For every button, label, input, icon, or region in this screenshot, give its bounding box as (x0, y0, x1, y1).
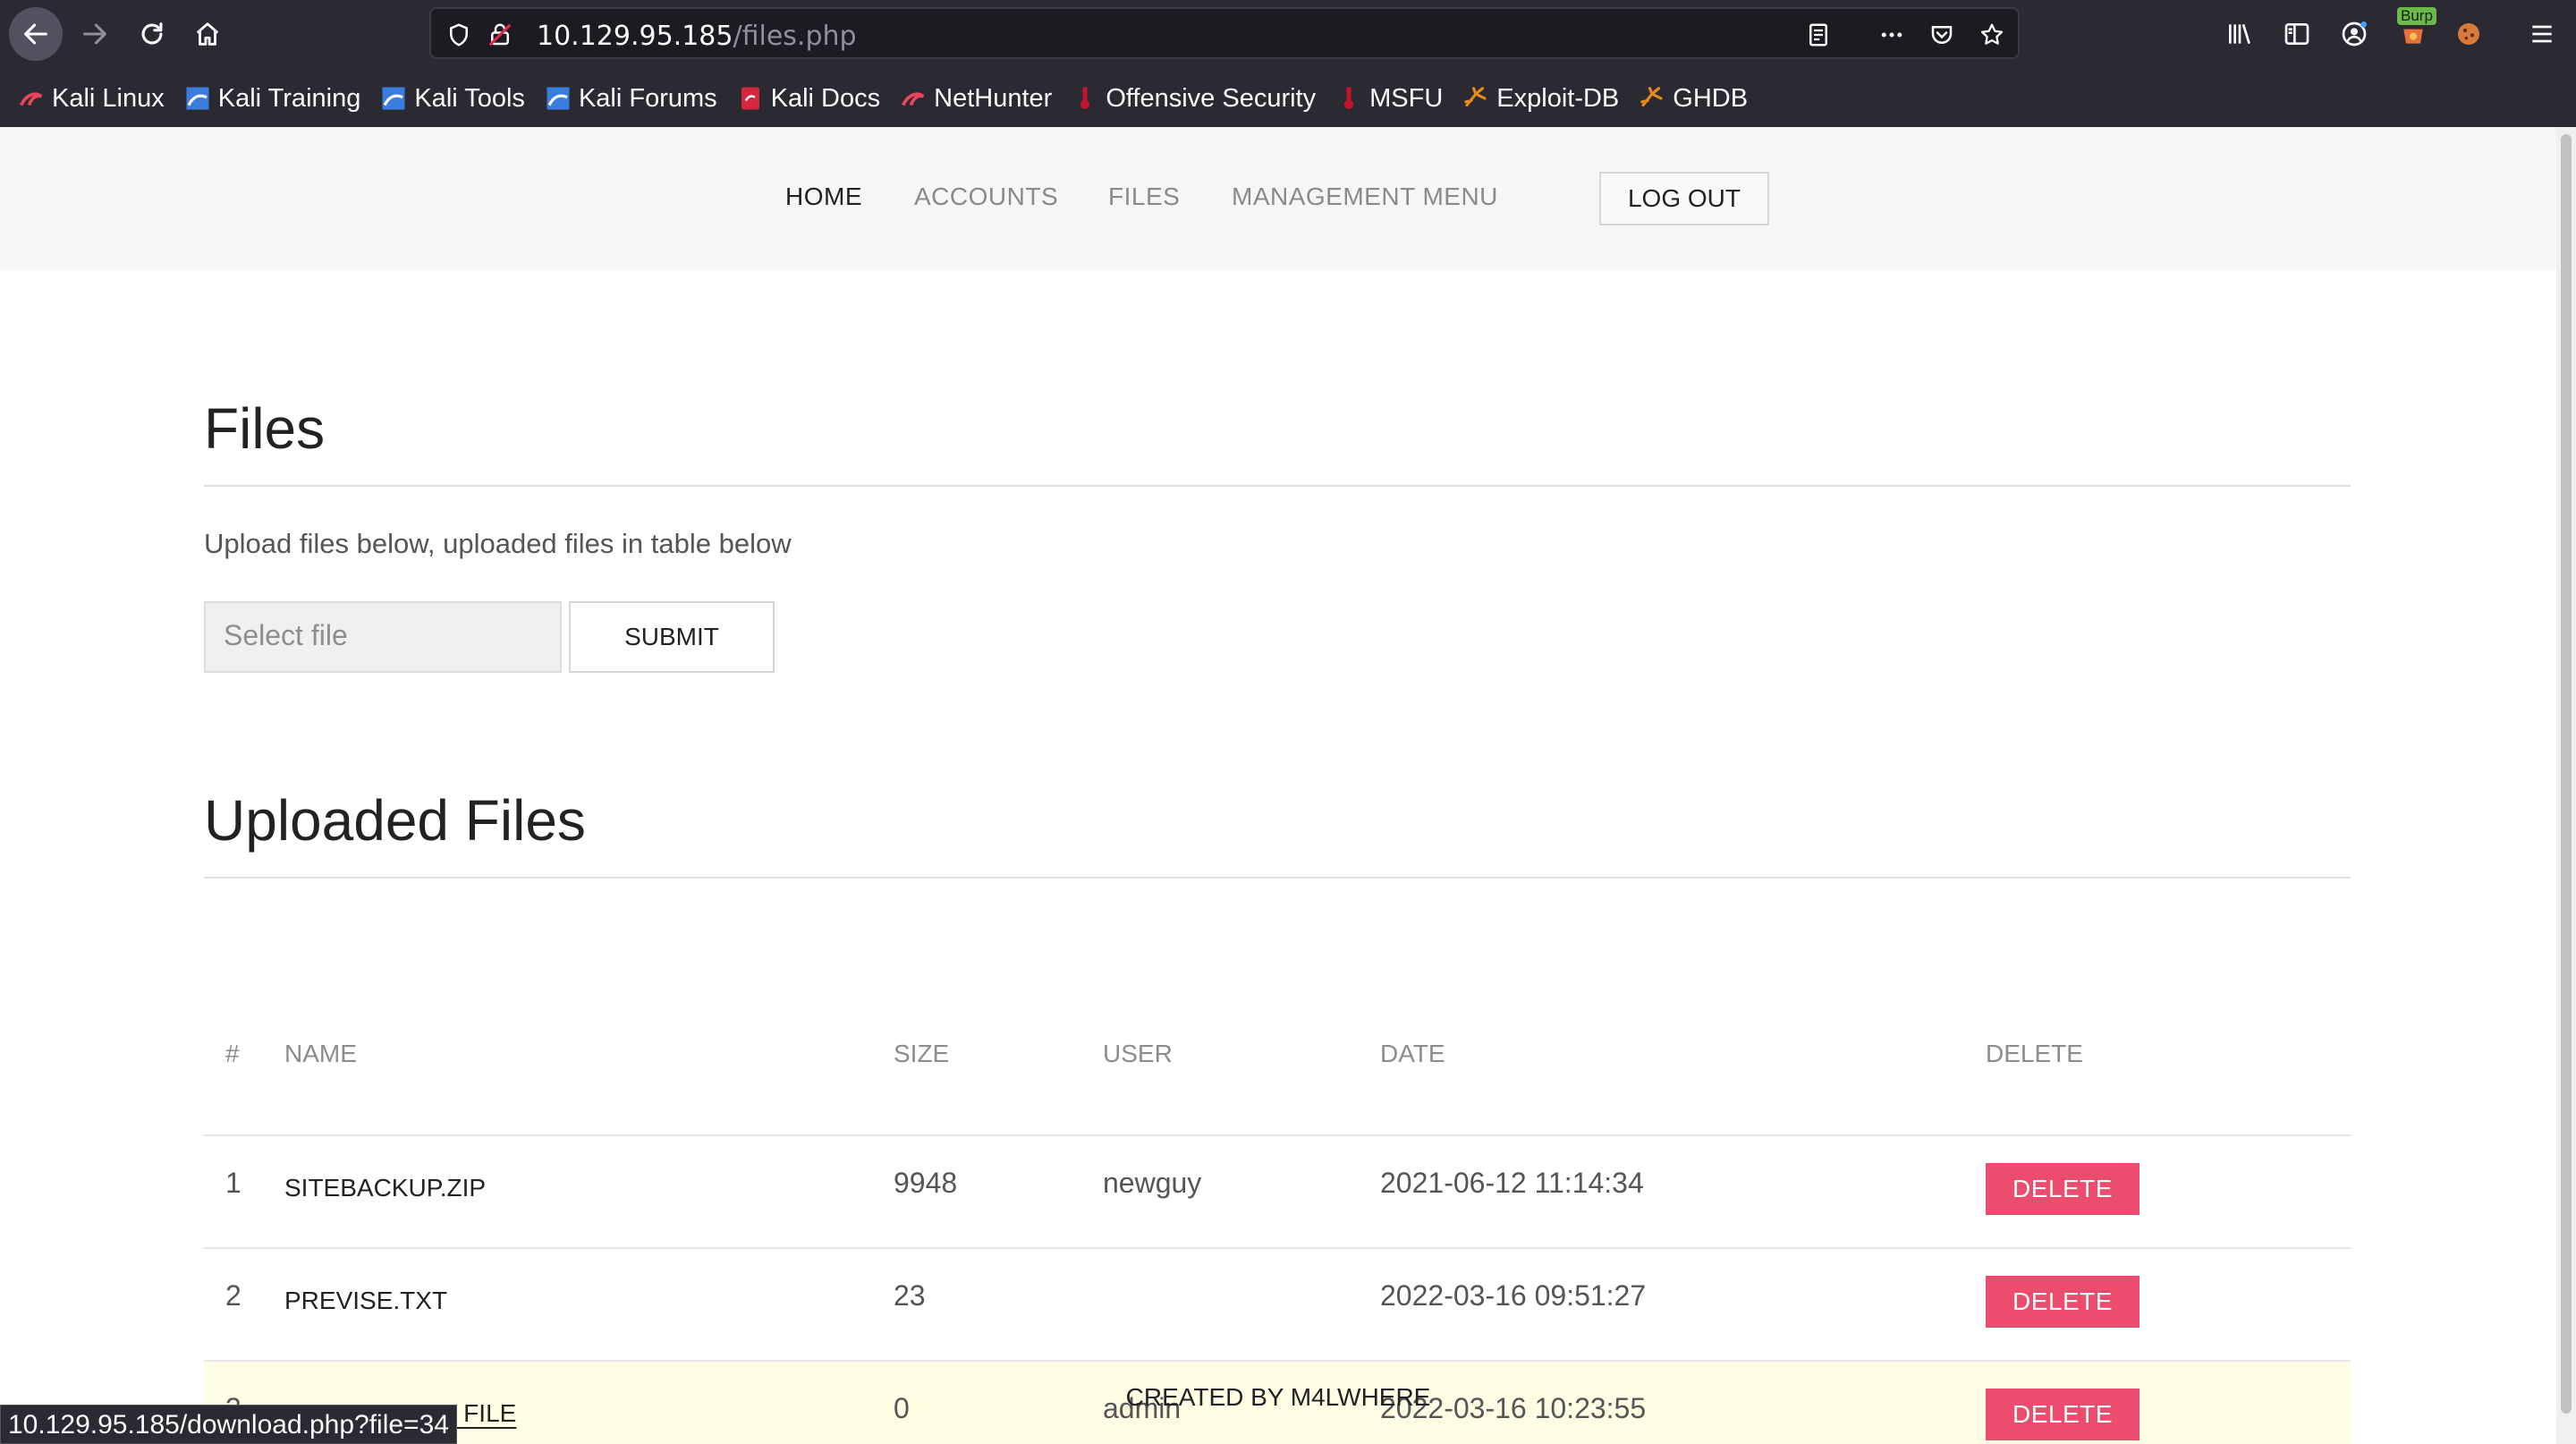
bookmark-kali-forums[interactable]: Kali Forums (545, 84, 717, 114)
address-bar[interactable]: 10.129.95.185/files.php (429, 7, 2020, 59)
burp-badge: Burp (2397, 7, 2436, 25)
table-row: 2 PREVISE.TXT 23 2022-03-16 09:51:27 DEL… (204, 1247, 2351, 1360)
menu-icon[interactable] (2524, 16, 2560, 52)
arrow-right-icon (83, 23, 106, 45)
bookmark-kali-linux[interactable]: Kali Linux (18, 84, 165, 114)
logout-button[interactable]: LOG OUT (1599, 172, 1769, 225)
bookmark-label: Kali Forums (578, 83, 717, 113)
bookmark-nethunter[interactable]: NetHunter (900, 84, 1052, 114)
kali-dragon-icon (20, 92, 43, 106)
back-button[interactable] (9, 7, 63, 61)
bookmark-exploit-db[interactable]: Exploit-DB (1462, 84, 1619, 114)
reload-button[interactable] (125, 7, 179, 61)
offsec-icon (1080, 87, 1090, 109)
nav-accounts[interactable]: ACCOUNTS (914, 183, 1058, 211)
scrollbar-thumb[interactable] (2561, 134, 2572, 1414)
reload-icon (141, 22, 163, 45)
kali-docs-icon (741, 87, 759, 110)
kali-training-icon (186, 87, 209, 110)
page-scrollbar[interactable] (2556, 127, 2576, 1444)
kali-tools-icon (382, 87, 405, 110)
library-icon[interactable] (2222, 16, 2258, 52)
url-text[interactable]: 10.129.95.185/files.php (537, 21, 857, 52)
bookmark-kali-tools[interactable]: Kali Tools (380, 84, 525, 114)
top-navigation: HOME ACCOUNTS FILES MANAGEMENT MENU LOG … (0, 127, 2556, 270)
nav-home[interactable]: HOME (785, 183, 862, 211)
bookmark-kali-docs[interactable]: Kali Docs (737, 83, 881, 114)
sidebar-icon[interactable] (2279, 16, 2315, 52)
file-select-input[interactable]: Select file (204, 601, 562, 673)
bookmark-label: GHDB (1673, 83, 1749, 113)
bookmark-label: Kali Tools (414, 83, 525, 113)
bookmark-label: Offensive Security (1106, 83, 1317, 113)
account-icon[interactable] (2336, 16, 2372, 52)
column-header-size: SIZE (894, 1040, 950, 1067)
files-divider (204, 485, 2351, 487)
nav-files[interactable]: FILES (1108, 183, 1180, 211)
nethunter-icon (902, 92, 925, 106)
browser-toolbar: 10.129.95.185/files.php Burp (0, 0, 2576, 68)
table-row: 1 SITEBACKUP.ZIP 9948 newguy 2021-06-12 … (204, 1134, 2351, 1247)
nav-management-menu[interactable]: MANAGEMENT MENU (1232, 183, 1498, 211)
ghdb-icon (1640, 87, 1663, 107)
home-button[interactable] (181, 7, 234, 61)
delete-button[interactable]: DELETE (1986, 1163, 2140, 1215)
row-number: 1 (225, 1167, 242, 1199)
row-number: 2 (225, 1279, 242, 1312)
delete-button[interactable]: DELETE (1986, 1276, 2140, 1328)
shield-icon[interactable] (442, 18, 476, 52)
insecure-lock-icon[interactable] (483, 18, 517, 52)
bookmark-label: Exploit-DB (1496, 83, 1620, 113)
column-header-date: DATE (1380, 1040, 1445, 1067)
link-status-bar: 10.129.95.185/download.php?file=34 (0, 1405, 457, 1444)
bookmark-kali-training[interactable]: Kali Training (184, 83, 361, 114)
more-actions-icon[interactable] (1875, 18, 1909, 52)
page-content: HOME ACCOUNTS FILES MANAGEMENT MENU LOG … (0, 127, 2556, 1444)
upload-description: Upload files below, uploaded files in ta… (204, 528, 792, 559)
uploaded-divider (204, 877, 2351, 879)
files-heading: Files (204, 396, 326, 461)
url-host: 10.129.95.185 (537, 21, 733, 52)
bookmarks-bar: Kali Linux Kali Training Kali Tools Kali… (0, 73, 2576, 123)
file-size: 9948 (894, 1167, 958, 1199)
arrow-left-icon (24, 23, 47, 45)
bookmark-label: Kali Docs (770, 83, 881, 113)
column-header-name: NAME (284, 1040, 357, 1067)
column-header-num: # (225, 1040, 240, 1067)
file-date: 2022-03-16 09:51:27 (1380, 1279, 1647, 1312)
bookmark-ghdb[interactable]: GHDB (1639, 84, 1748, 114)
bookmark-label: Kali Linux (52, 83, 165, 113)
kali-forums-icon (547, 87, 570, 110)
url-path: /files.php (733, 21, 857, 52)
file-date: 2021-06-12 11:14:34 (1380, 1167, 1644, 1199)
file-name-link[interactable]: PREVISE.TXT (284, 1287, 447, 1315)
bookmark-offensive-security[interactable]: Offensive Security (1072, 84, 1316, 114)
msfu-icon (1344, 87, 1354, 109)
cookie-extension-icon[interactable] (2451, 16, 2487, 52)
file-user: newguy (1103, 1167, 1202, 1199)
file-size: 23 (894, 1279, 926, 1312)
column-header-delete: DELETE (1986, 1040, 2083, 1067)
bookmark-label: MSFU (1369, 83, 1444, 113)
file-name-link[interactable]: SITEBACKUP.ZIP (284, 1174, 486, 1202)
exploitdb-icon (1464, 87, 1487, 107)
bookmark-msfu[interactable]: MSFU (1335, 84, 1443, 114)
forward-button[interactable] (68, 7, 122, 61)
browser-chrome: 10.129.95.185/files.php Burp Kali Linux … (0, 0, 2576, 127)
submit-button[interactable]: SUBMIT (569, 601, 775, 673)
home-icon (196, 22, 219, 46)
column-header-user: USER (1103, 1040, 1173, 1067)
bookmark-label: Kali Training (217, 83, 361, 113)
uploaded-files-heading: Uploaded Files (204, 788, 586, 853)
reader-view-icon[interactable] (1801, 18, 1835, 52)
bookmark-label: NetHunter (934, 83, 1053, 113)
bookmark-star-icon[interactable] (1975, 18, 2009, 52)
pocket-icon[interactable] (1925, 18, 1959, 52)
